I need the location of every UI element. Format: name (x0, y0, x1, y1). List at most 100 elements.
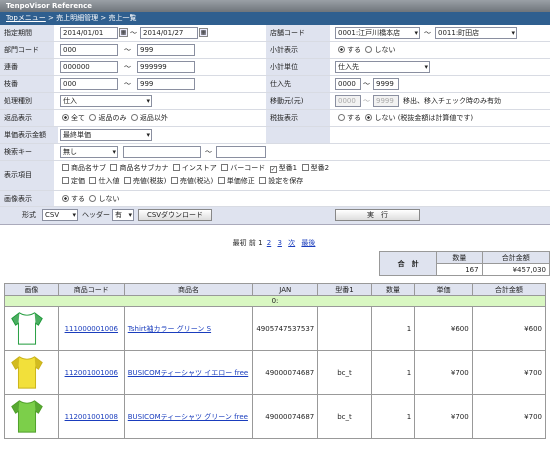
row-keyword: 検索キー 無し ～ (0, 144, 550, 161)
image-display-label: 画像表示 (0, 191, 54, 206)
subtotal-unit-label: 小計単位 (266, 59, 330, 75)
serial-to-input[interactable]: 999999 (137, 61, 195, 73)
product-code-link[interactable]: 112001001008 (65, 413, 118, 421)
product-code-link[interactable]: 112001001006 (65, 369, 118, 377)
product-image-cell (4, 350, 59, 395)
col-header: 合計金額 (471, 283, 547, 296)
subtotal-unit-select[interactable]: 仕入先 (335, 61, 430, 73)
store-to-select[interactable]: 0011:町田店 (435, 27, 517, 39)
breadcrumb-current: 売上一覧 (108, 14, 137, 22)
tshirt-icon (11, 355, 43, 389)
moved-to-input[interactable]: 9999 (373, 95, 399, 107)
calendar-icon[interactable]: ▦ (199, 28, 208, 37)
keyword-select[interactable]: 無し (60, 146, 118, 158)
col-header: 型番1 (317, 283, 372, 296)
product-image-cell (4, 306, 59, 351)
checkbox-label: 商品名サブカナ (119, 164, 169, 172)
supplier-from-input[interactable]: 0000 (335, 78, 361, 90)
checkbox-label: 単価修正 (226, 177, 255, 185)
checkbox-label: 売値(税抜) (132, 177, 167, 185)
tilde: ～ (124, 80, 131, 88)
radio-label: 返品のみ (98, 114, 127, 122)
row-period: 指定期間 2014/01/01 ▦ ～ 2014/01/27 ▦ 店舗コード 0… (0, 25, 550, 42)
checkbox-label: 設定を保存 (268, 177, 304, 185)
keyword-to-input[interactable] (216, 146, 266, 158)
header-select[interactable]: 有 (112, 209, 134, 221)
display-items-label: 表示項目 (0, 161, 54, 190)
pager-last-link[interactable]: 最後 (301, 239, 315, 247)
product-name-link[interactable]: BUSICOMティーシャツ グリーン free (128, 413, 248, 421)
search-form: 指定期間 2014/01/01 ▦ ～ 2014/01/27 ▦ 店舗コード 0… (0, 25, 550, 225)
store-from-select[interactable]: 0001:江戸川橋本店 (335, 27, 420, 39)
breadcrumb-separator: > (98, 14, 109, 22)
dept-from-input[interactable]: 000 (60, 44, 118, 56)
checkbox-label: 型番1 (278, 164, 298, 172)
returns-radios[interactable]: 全て 返品のみ 返品以外 (62, 110, 168, 126)
keyword-from-input[interactable] (123, 146, 201, 158)
branch-to-input[interactable]: 999 (137, 78, 195, 90)
image-display-radios[interactable]: する しない (62, 191, 119, 207)
breadcrumb-top-link[interactable]: Topメニュー (6, 14, 46, 22)
dept-label: 部門コード (0, 42, 54, 58)
model-cell: bc_t (317, 350, 372, 395)
dept-to-input[interactable]: 999 (137, 44, 195, 56)
pager-page-link[interactable]: 2 (267, 239, 271, 247)
checkbox-label: 商品名サブ (71, 164, 106, 172)
app-title: TenpoVisor Reference (6, 2, 92, 10)
unit-price-select[interactable]: 最終単価 (60, 129, 152, 141)
product-image-cell (4, 394, 59, 439)
row-unit-price: 単価表示金額 最終単価 (0, 127, 550, 144)
tilde: ～ (124, 63, 131, 71)
format-select[interactable]: CSV (42, 209, 78, 221)
product-code-link[interactable]: 111000001006 (65, 325, 118, 333)
tilde: ～ (205, 148, 212, 156)
total-cell: ¥700 (471, 350, 547, 395)
subtotal-display-label: 小計表示 (266, 42, 330, 58)
group-label: 0: (4, 295, 546, 307)
total-cell: ¥600 (471, 306, 547, 351)
period-from-input[interactable]: 2014/01/01 (60, 27, 118, 39)
header-label: ヘッダー (82, 211, 110, 219)
tilde: ～ (130, 29, 137, 37)
supplier-to-input[interactable]: 9999 (373, 78, 399, 90)
moved-note: 移出、移入チェック時のみ有効 (403, 97, 501, 105)
period-to-input[interactable]: 2014/01/27 (140, 27, 198, 39)
moved-label: 移動元(元) (266, 93, 330, 109)
execute-button[interactable]: 実 行 (335, 209, 420, 221)
table-row: 112001001006 BUSICOMティーシャツ イエロー free 49000… (4, 350, 547, 395)
keyword-label: 検索キー (0, 144, 54, 160)
subtotal-display-radios[interactable]: する しない (338, 42, 395, 58)
product-name-link[interactable]: Tshirt袖カラー グリーン S (128, 325, 211, 333)
proc-type-select[interactable]: 仕入 (60, 95, 152, 107)
empty-label-cell (266, 127, 330, 143)
checkbox-label: 定価 (71, 177, 85, 185)
totals-amount-header: 合計金額 (481, 251, 550, 264)
radio-label: しない (374, 46, 396, 54)
row-serial: 連番 000000 ～ 999999 小計単位 仕入先 (0, 59, 550, 76)
serial-from-input[interactable]: 000000 (60, 61, 118, 73)
pager-next-link[interactable]: 次 (288, 239, 295, 247)
totals-amount: ¥457,030 (481, 263, 550, 276)
calendar-icon[interactable]: ▦ (119, 28, 128, 37)
display-items-line2[interactable]: 定価 仕入値 売値(税抜) 売値(税込) 単価修正 設定を保存 (62, 173, 303, 189)
tshirt-icon (11, 399, 43, 433)
row-dept: 部門コード 000 ～ 999 小計表示 する しない (0, 42, 550, 59)
action-bar: 形式 CSV ヘッダー 有 CSVダウンロード 実 行 (0, 207, 550, 224)
pagination: 最初 前 1 2 3 次 最後 (0, 238, 550, 248)
sales-table: 画像 商品コード 商品名 JAN 型番1 数量 単価 合計金額 0: 11100… (4, 283, 547, 439)
format-label: 形式 (22, 211, 36, 219)
pager-prev: 前 (248, 239, 256, 247)
csv-download-button[interactable]: CSVダウンロード (138, 209, 212, 221)
radio-label: しない (98, 195, 120, 203)
pager-page-link[interactable]: 3 (277, 239, 281, 247)
branch-from-input[interactable]: 000 (60, 78, 118, 90)
moved-from-input[interactable]: 0000 (335, 95, 361, 107)
unit-price-label: 単価表示金額 (0, 127, 58, 143)
col-header: 商品名 (123, 283, 254, 296)
checkbox-label: インストア (181, 164, 217, 172)
qty-cell: 1 (370, 394, 416, 439)
product-name-link[interactable]: BUSICOMティーシャツ イエロー free (128, 369, 249, 377)
radio-label: 返品以外 (139, 114, 168, 122)
tax-radios[interactable]: する しない (税抜金額は計算値です) (338, 110, 473, 126)
group-row: 0: (4, 295, 546, 307)
